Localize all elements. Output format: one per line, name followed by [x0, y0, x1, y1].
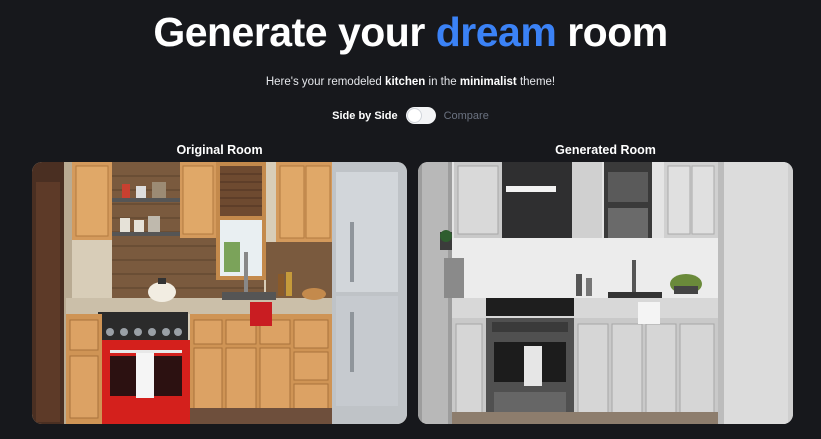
compare-label[interactable]: Compare: [444, 110, 489, 122]
headline-accent-word: dream: [435, 9, 557, 55]
side-by-side-label[interactable]: Side by Side: [332, 110, 397, 122]
original-room-image[interactable]: [32, 162, 407, 424]
generated-room-image[interactable]: [418, 162, 793, 424]
subtitle-middle: in the: [428, 76, 457, 88]
page-headline: Generate your dream room: [0, 8, 821, 56]
switch-knob: [407, 109, 421, 122]
generated-room-title: Generated Room: [555, 143, 656, 157]
view-mode-toggle: Side by Side Compare: [0, 107, 821, 124]
headline-text-start: Generate your: [153, 9, 425, 55]
view-mode-switch[interactable]: [405, 107, 436, 124]
headline-text-end: room: [567, 9, 668, 55]
subtitle-room-type: kitchen: [385, 76, 426, 88]
subtitle-theme: minimalist: [459, 76, 517, 88]
original-room-title: Original Room: [176, 143, 263, 157]
subtitle-suffix: theme!: [519, 76, 556, 88]
result-subtitle: Here's your remodeled kitchen in the min…: [0, 76, 821, 88]
subtitle-prefix: Here's your remodeled: [265, 76, 382, 88]
